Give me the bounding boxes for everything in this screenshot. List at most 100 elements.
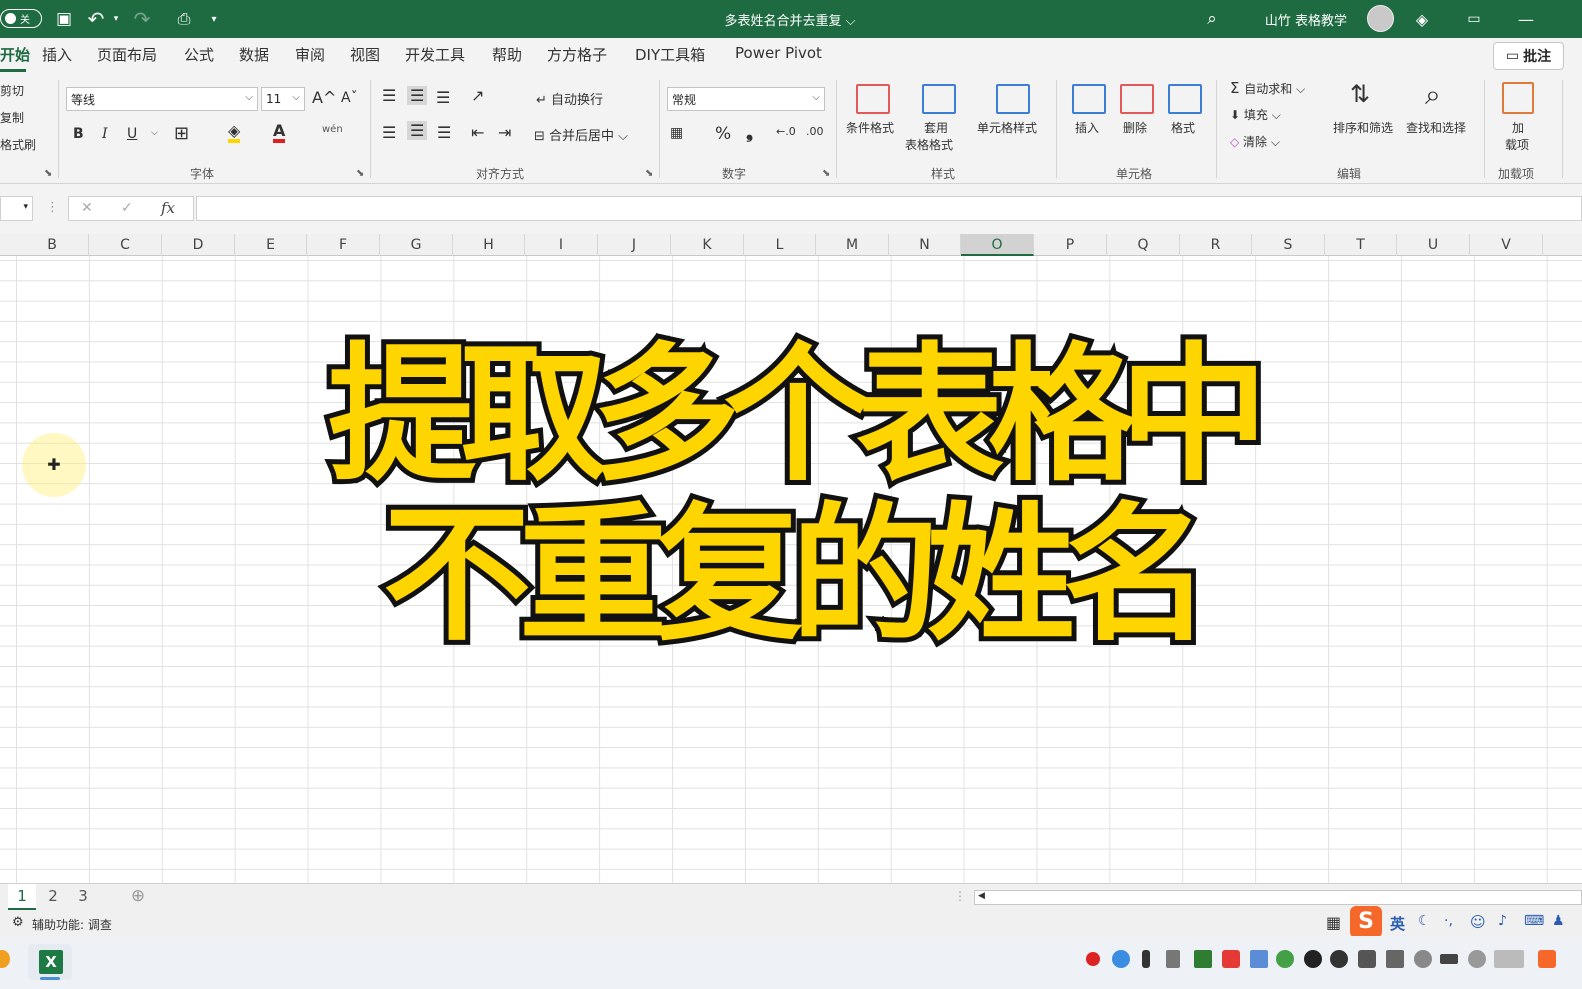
- column-header[interactable]: B: [16, 234, 89, 256]
- column-header[interactable]: C: [89, 234, 162, 256]
- sheet-tab-3[interactable]: 3: [70, 884, 96, 910]
- percent-button[interactable]: %: [715, 124, 731, 144]
- comma-button[interactable]: ❟: [746, 122, 753, 143]
- tab-data[interactable]: 数据: [239, 44, 269, 68]
- column-header[interactable]: L: [744, 234, 816, 256]
- column-header[interactable]: R: [1180, 234, 1252, 256]
- column-header[interactable]: G: [380, 234, 453, 256]
- wifi-icon[interactable]: [1468, 950, 1486, 968]
- column-header[interactable]: N: [889, 234, 961, 256]
- tab-insert[interactable]: 插入: [42, 44, 72, 68]
- tab-home[interactable]: 开始: [0, 44, 30, 72]
- autosave-toggle[interactable]: 关: [0, 9, 42, 28]
- cell-styles-button[interactable]: 单元格样式: [977, 119, 1037, 136]
- conditional-format-button[interactable]: 条件格式: [846, 119, 894, 136]
- column-header[interactable]: V: [1470, 234, 1543, 256]
- formula-input[interactable]: [196, 196, 1582, 221]
- tab-view[interactable]: 视图: [350, 44, 380, 68]
- number-format-select[interactable]: 常规 ⌵: [667, 87, 825, 111]
- align-top-icon[interactable]: ☰: [382, 86, 396, 105]
- cloud-icon[interactable]: [1112, 950, 1130, 968]
- find-select-button[interactable]: 查找和选择: [1406, 119, 1466, 136]
- scroll-left-icon[interactable]: ◀: [978, 891, 985, 901]
- bold-button[interactable]: B: [73, 126, 84, 142]
- column-header[interactable]: I: [525, 234, 598, 256]
- sogou-ime-icon[interactable]: S: [1350, 906, 1382, 938]
- borders-icon[interactable]: ⊞: [174, 123, 189, 144]
- undo-icon[interactable]: ↶: [84, 0, 108, 38]
- excel-taskbar-button[interactable]: X: [28, 944, 72, 980]
- merge-center-button[interactable]: ⊟ 合并后居中 ⌵: [534, 125, 628, 144]
- ime-language[interactable]: 英: [1390, 913, 1405, 934]
- save-icon[interactable]: ▣: [52, 0, 76, 38]
- find-select-icon[interactable]: ⌕: [1425, 78, 1441, 112]
- copy-button[interactable]: 复制: [0, 109, 24, 126]
- addins-top-label[interactable]: 加: [1512, 119, 1524, 136]
- tab-power-pivot[interactable]: Power Pivot: [735, 44, 822, 68]
- number-launcher-icon[interactable]: ⬊: [822, 168, 830, 179]
- format-as-table-top-label[interactable]: 套用: [924, 119, 948, 136]
- customize-toolbar-icon[interactable]: ▾: [206, 0, 222, 38]
- tab-formulas[interactable]: 公式: [184, 44, 214, 68]
- shield-icon[interactable]: [1358, 950, 1376, 968]
- grow-font-button[interactable]: A^: [312, 88, 336, 107]
- document-title[interactable]: 多表姓名合并去重复 ⌵: [690, 0, 890, 38]
- clear-button[interactable]: ◇ 清除 ⌵: [1230, 133, 1280, 150]
- align-center-icon[interactable]: ☰: [407, 121, 428, 140]
- delete-cells-icon[interactable]: [1120, 84, 1154, 114]
- format-cells-button[interactable]: 格式: [1171, 119, 1195, 136]
- shrink-font-button[interactable]: Aˇ: [341, 90, 358, 106]
- orientation-icon[interactable]: ↗: [471, 86, 484, 105]
- cancel-icon[interactable]: ✕: [81, 200, 93, 216]
- column-header[interactable]: E: [235, 234, 307, 256]
- align-right-icon[interactable]: ☰: [437, 123, 451, 142]
- emoji-icon[interactable]: ☺: [1470, 913, 1486, 931]
- font-size-select[interactable]: 11 ⌵: [261, 87, 305, 111]
- avatar[interactable]: [1367, 5, 1394, 32]
- redo-icon[interactable]: ↷: [130, 0, 154, 38]
- delete-cells-button[interactable]: 删除: [1123, 119, 1147, 136]
- qq-icon[interactable]: [1304, 950, 1322, 968]
- autosum-button[interactable]: Σ 自动求和 ⌵: [1230, 79, 1305, 97]
- sogou-tray-icon[interactable]: [1538, 950, 1556, 968]
- sort-filter-button[interactable]: 排序和筛选: [1333, 119, 1393, 136]
- phonetic-button[interactable]: wén: [322, 124, 343, 135]
- column-header[interactable]: D: [162, 234, 235, 256]
- format-painter-button[interactable]: 格式刷: [0, 136, 36, 153]
- mic-icon[interactable]: [1142, 950, 1150, 968]
- speaker-icon[interactable]: [1166, 950, 1180, 968]
- tab-diy-toolbox[interactable]: DIY工具箱: [635, 44, 705, 68]
- increase-decimal-icon[interactable]: ←.0: [776, 125, 796, 138]
- splitter-icon[interactable]: ⋮: [954, 889, 966, 903]
- name-box[interactable]: ▾: [0, 196, 33, 221]
- user-icon[interactable]: ♟: [1552, 913, 1565, 929]
- chat-icon[interactable]: [1250, 950, 1268, 968]
- column-header[interactable]: P: [1034, 234, 1107, 256]
- horizontal-scrollbar[interactable]: ◀: [974, 890, 1582, 905]
- column-header[interactable]: F: [307, 234, 380, 256]
- battery-icon[interactable]: [1440, 954, 1458, 964]
- font-color-icon[interactable]: A: [273, 122, 286, 143]
- insert-function-icon[interactable]: fx: [161, 199, 175, 217]
- search-icon[interactable]: ⌕: [1200, 0, 1224, 38]
- sheet-tab-2[interactable]: 2: [40, 884, 66, 910]
- cell-styles-icon[interactable]: [996, 84, 1030, 114]
- decrease-indent-icon[interactable]: ⇤: [471, 123, 484, 142]
- conditional-format-icon[interactable]: [856, 84, 890, 114]
- screenshot-icon[interactable]: [1386, 950, 1404, 968]
- column-header[interactable]: J: [598, 234, 671, 256]
- minimize-icon[interactable]: —: [1514, 0, 1538, 38]
- column-header[interactable]: Q: [1107, 234, 1180, 256]
- moon-icon[interactable]: ☾: [1418, 913, 1431, 929]
- column-header[interactable]: U: [1397, 234, 1470, 256]
- tab-page-layout[interactable]: 页面布局: [97, 44, 157, 68]
- sogou-icon[interactable]: [1222, 950, 1240, 968]
- column-header[interactable]: S: [1252, 234, 1325, 256]
- format-as-table-icon[interactable]: [922, 84, 956, 114]
- alignment-launcher-icon[interactable]: ⬊: [645, 168, 653, 179]
- user-name[interactable]: 山竹 表格教学: [1258, 0, 1354, 38]
- add-sheet-icon[interactable]: ⊕: [126, 884, 150, 910]
- microphone-icon[interactable]: ♪: [1498, 913, 1507, 929]
- font-launcher-icon[interactable]: ⬊: [356, 168, 364, 179]
- undo-dropdown-icon[interactable]: ▾: [110, 0, 122, 38]
